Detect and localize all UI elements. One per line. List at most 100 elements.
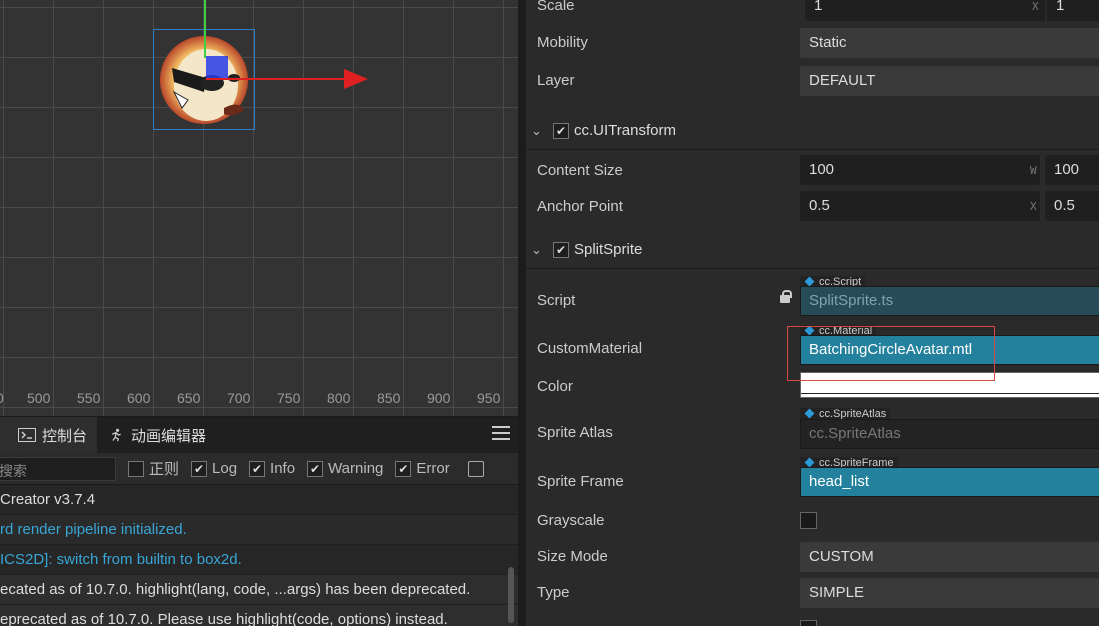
type-select[interactable]: SIMPLE [800, 578, 1099, 608]
prop-layer: Layer DEFAULT [526, 66, 1099, 96]
scene-view[interactable]: 0 500 550 600 650 700 750 800 850 900 95… [0, 0, 518, 416]
asset-diamond-icon [804, 408, 815, 419]
prop-label: Color [537, 378, 573, 395]
component-uitransform-header[interactable]: ⌄ ✔ cc.UITransform [526, 112, 1099, 150]
checkbox-icon[interactable] [128, 460, 144, 477]
panel-splitter[interactable] [518, 0, 526, 626]
log-entry[interactable]: ecated as of 10.7.0. highlight(lang, cod… [0, 575, 518, 605]
prop-label: Anchor Point [537, 198, 623, 215]
prop-label: Mobility [537, 34, 588, 51]
ruler-tick: 600 [127, 390, 151, 406]
scene-ruler: 0 500 550 600 650 700 750 800 850 900 95… [0, 388, 518, 412]
panel-menu-icon[interactable] [492, 426, 510, 442]
checkbox-checked-icon[interactable]: ✔ [395, 460, 412, 477]
content-size-w-input[interactable]: 100 [800, 155, 1040, 185]
asset-diamond-icon [804, 457, 815, 468]
ruler-tick: 0 [0, 390, 4, 406]
sprite-atlas-asset-field[interactable]: cc.SpriteAtlas [800, 419, 1099, 449]
script-asset-field[interactable]: SplitSprite.ts [800, 286, 1099, 316]
filter-label: Log [212, 460, 238, 477]
prop-label: Content Size [537, 162, 623, 179]
partial-checkbox[interactable] [800, 620, 817, 626]
filter-warning[interactable]: ✔ Warning [307, 460, 383, 477]
mobility-select[interactable]: Static [800, 28, 1099, 58]
console-tabbar: 控制台 动画编辑器 [0, 417, 518, 453]
prop-scale: Scale 1 X 1 [526, 0, 1099, 21]
size-mode-select[interactable]: CUSTOM [800, 542, 1099, 572]
layer-select[interactable]: DEFAULT [800, 66, 1099, 96]
prop-label: Layer [537, 72, 575, 89]
prop-grayscale: Grayscale [526, 508, 1099, 534]
prop-next-partial [526, 616, 1099, 626]
mobility-value: Static [809, 34, 847, 51]
filter-label: Info [270, 460, 296, 477]
ruler-tick: 750 [277, 390, 301, 406]
prop-type: Type SIMPLE [526, 578, 1099, 608]
filter-label: 正则 [149, 461, 180, 478]
filter-error[interactable]: ✔ Error [395, 460, 450, 477]
inspector-panel: Scale 1 X 1 Mobility Static Layer DEFAUL… [526, 0, 1099, 626]
log-entry[interactable]: Creator v3.7.4 [0, 485, 518, 515]
chevron-down-icon[interactable]: ⌄ [531, 123, 542, 139]
prop-size-mode: Size Mode CUSTOM [526, 542, 1099, 572]
ruler-tick: 650 [177, 390, 201, 406]
scale-y-input[interactable]: 1 [1047, 0, 1099, 21]
component-title: cc.UITransform [574, 122, 676, 139]
prop-label: CustomMaterial [537, 340, 643, 357]
component-title: SplitSprite [574, 241, 643, 258]
type-value: SIMPLE [809, 584, 865, 601]
scale-x-input[interactable]: 1 [805, 0, 1045, 21]
prop-label: Sprite Frame [537, 473, 624, 490]
component-splitsprite-header[interactable]: ⌄ ✔ SplitSprite [526, 231, 1099, 269]
grayscale-checkbox[interactable] [800, 512, 817, 529]
gizmo-xy-plane-handle[interactable] [206, 56, 228, 78]
tab-animation-editor-label: 动画编辑器 [131, 427, 207, 445]
filter-log[interactable]: ✔ Log [191, 460, 237, 477]
scale-y-value: 1 [1056, 0, 1065, 14]
checkbox-checked-icon[interactable]: ✔ [191, 460, 208, 477]
checkbox-checked-icon[interactable]: ✔ [553, 242, 569, 258]
checkbox-checked-icon[interactable]: ✔ [307, 460, 324, 477]
log-entry[interactable]: rd render pipeline initialized. [0, 515, 518, 545]
content-size-h-value: 100 [1054, 161, 1080, 178]
prop-label: Sprite Atlas [537, 424, 613, 441]
prop-sprite-atlas: Sprite Atlas cc.SpriteAtlas cc.SpriteAtl… [526, 408, 1099, 452]
checkbox-checked-icon[interactable]: ✔ [553, 123, 569, 139]
prop-mobility: Mobility Static [526, 28, 1099, 58]
prop-content-size: Content Size 100 W 100 [526, 155, 1099, 185]
lock-icon [780, 290, 792, 303]
filter-regex[interactable]: 正则 [128, 458, 179, 479]
ruler-tick: 900 [427, 390, 451, 406]
axis-label: X [1032, 0, 1039, 13]
checkbox-checked-icon[interactable]: ✔ [249, 460, 266, 477]
ruler-tick: 800 [327, 390, 351, 406]
axis-label: X [1030, 200, 1037, 213]
filter-info[interactable]: ✔ Info [249, 460, 295, 477]
annotation-highlight-box [787, 326, 995, 381]
log-entry[interactable]: eprecated as of 10.7.0. Please use highl… [0, 605, 518, 626]
console-search-input[interactable]: 搜索 [0, 456, 116, 481]
gizmo-x-arrow-icon[interactable] [344, 69, 368, 89]
content-size-h-input[interactable]: 100 [1045, 155, 1099, 185]
gizmo-x-axis[interactable] [206, 78, 346, 80]
sprite-frame-value: head_list [809, 473, 870, 490]
gizmo-y-axis[interactable] [204, 0, 206, 58]
sprite-frame-asset-field[interactable]: head_list [800, 467, 1099, 497]
anchor-x-input[interactable]: 0.5 [800, 191, 1040, 221]
anchor-y-input[interactable]: 0.5 [1045, 191, 1099, 221]
clear-log-icon[interactable] [467, 460, 484, 477]
asset-diamond-icon [804, 276, 815, 287]
tab-console[interactable]: 控制台 [0, 417, 98, 453]
ruler-tick: 500 [27, 390, 51, 406]
chevron-down-icon[interactable]: ⌄ [531, 242, 542, 258]
anchor-y-value: 0.5 [1054, 197, 1075, 214]
terminal-icon [18, 428, 36, 442]
log-entry[interactable]: ICS2D]: switch from builtin to box2d. [0, 545, 518, 575]
ruler-tick: 550 [77, 390, 101, 406]
tab-animation-editor[interactable]: 动画编辑器 [97, 417, 216, 453]
animation-runner-icon [111, 428, 121, 442]
size-mode-value: CUSTOM [809, 548, 874, 565]
ruler-tick: 850 [377, 390, 401, 406]
console-scrollbar[interactable] [508, 567, 514, 623]
prop-label: Grayscale [537, 512, 605, 529]
